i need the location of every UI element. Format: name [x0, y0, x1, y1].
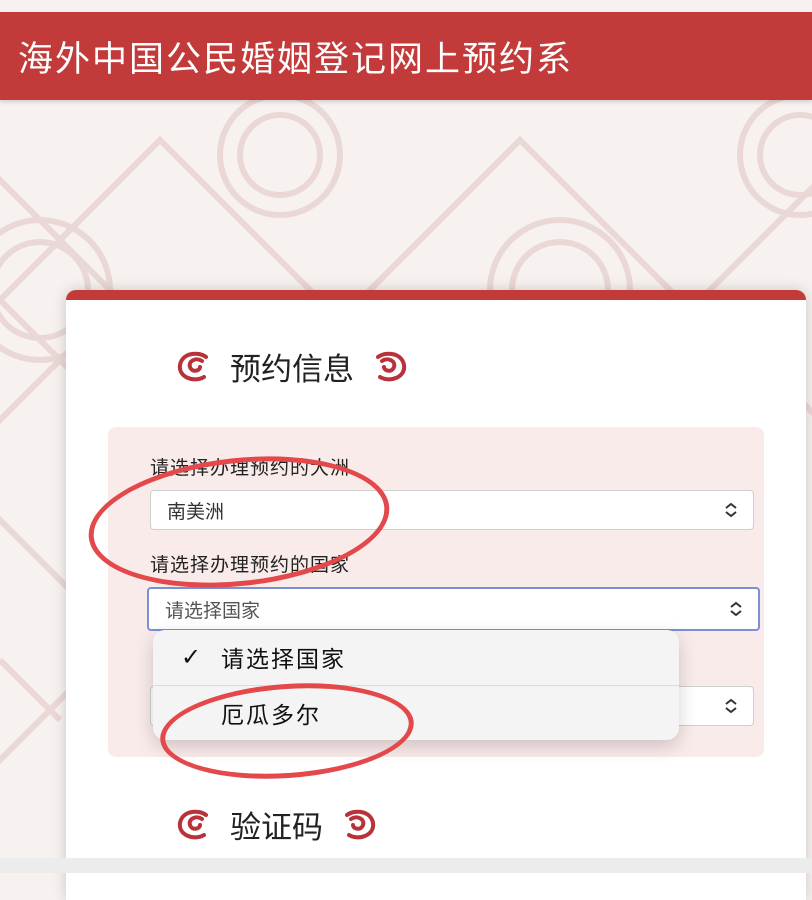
country-value: 请选择国家: [165, 599, 261, 622]
section-header-appointment-info: 预约信息: [172, 344, 412, 389]
chevron-updown-icon: [725, 698, 737, 714]
chevron-updown-icon: [725, 502, 737, 518]
page-title: 海外中国公民婚姻登记网上预约系: [18, 39, 574, 80]
section-title: 验证码: [230, 810, 323, 846]
app-header: 海外中国公民婚姻登记网上预约系: [0, 12, 812, 100]
chevron-updown-icon: [730, 601, 742, 617]
cloud-swirl-left-icon: [177, 351, 208, 381]
cloud-swirl-right-icon: [345, 809, 376, 839]
option-label: 请选择国家: [221, 647, 346, 673]
dropdown-option[interactable]: ✓ 请选择国家: [153, 630, 679, 684]
checkmark-icon: ✓: [181, 643, 204, 671]
section-header-captcha: 验证码: [172, 802, 381, 847]
country-select[interactable]: 请选择国家: [147, 587, 760, 631]
cloud-swirl-right-icon: [376, 351, 407, 381]
section-title: 预约信息: [230, 352, 354, 388]
cloud-swirl-left-icon: [177, 809, 208, 839]
bottom-strip: [0, 858, 812, 873]
